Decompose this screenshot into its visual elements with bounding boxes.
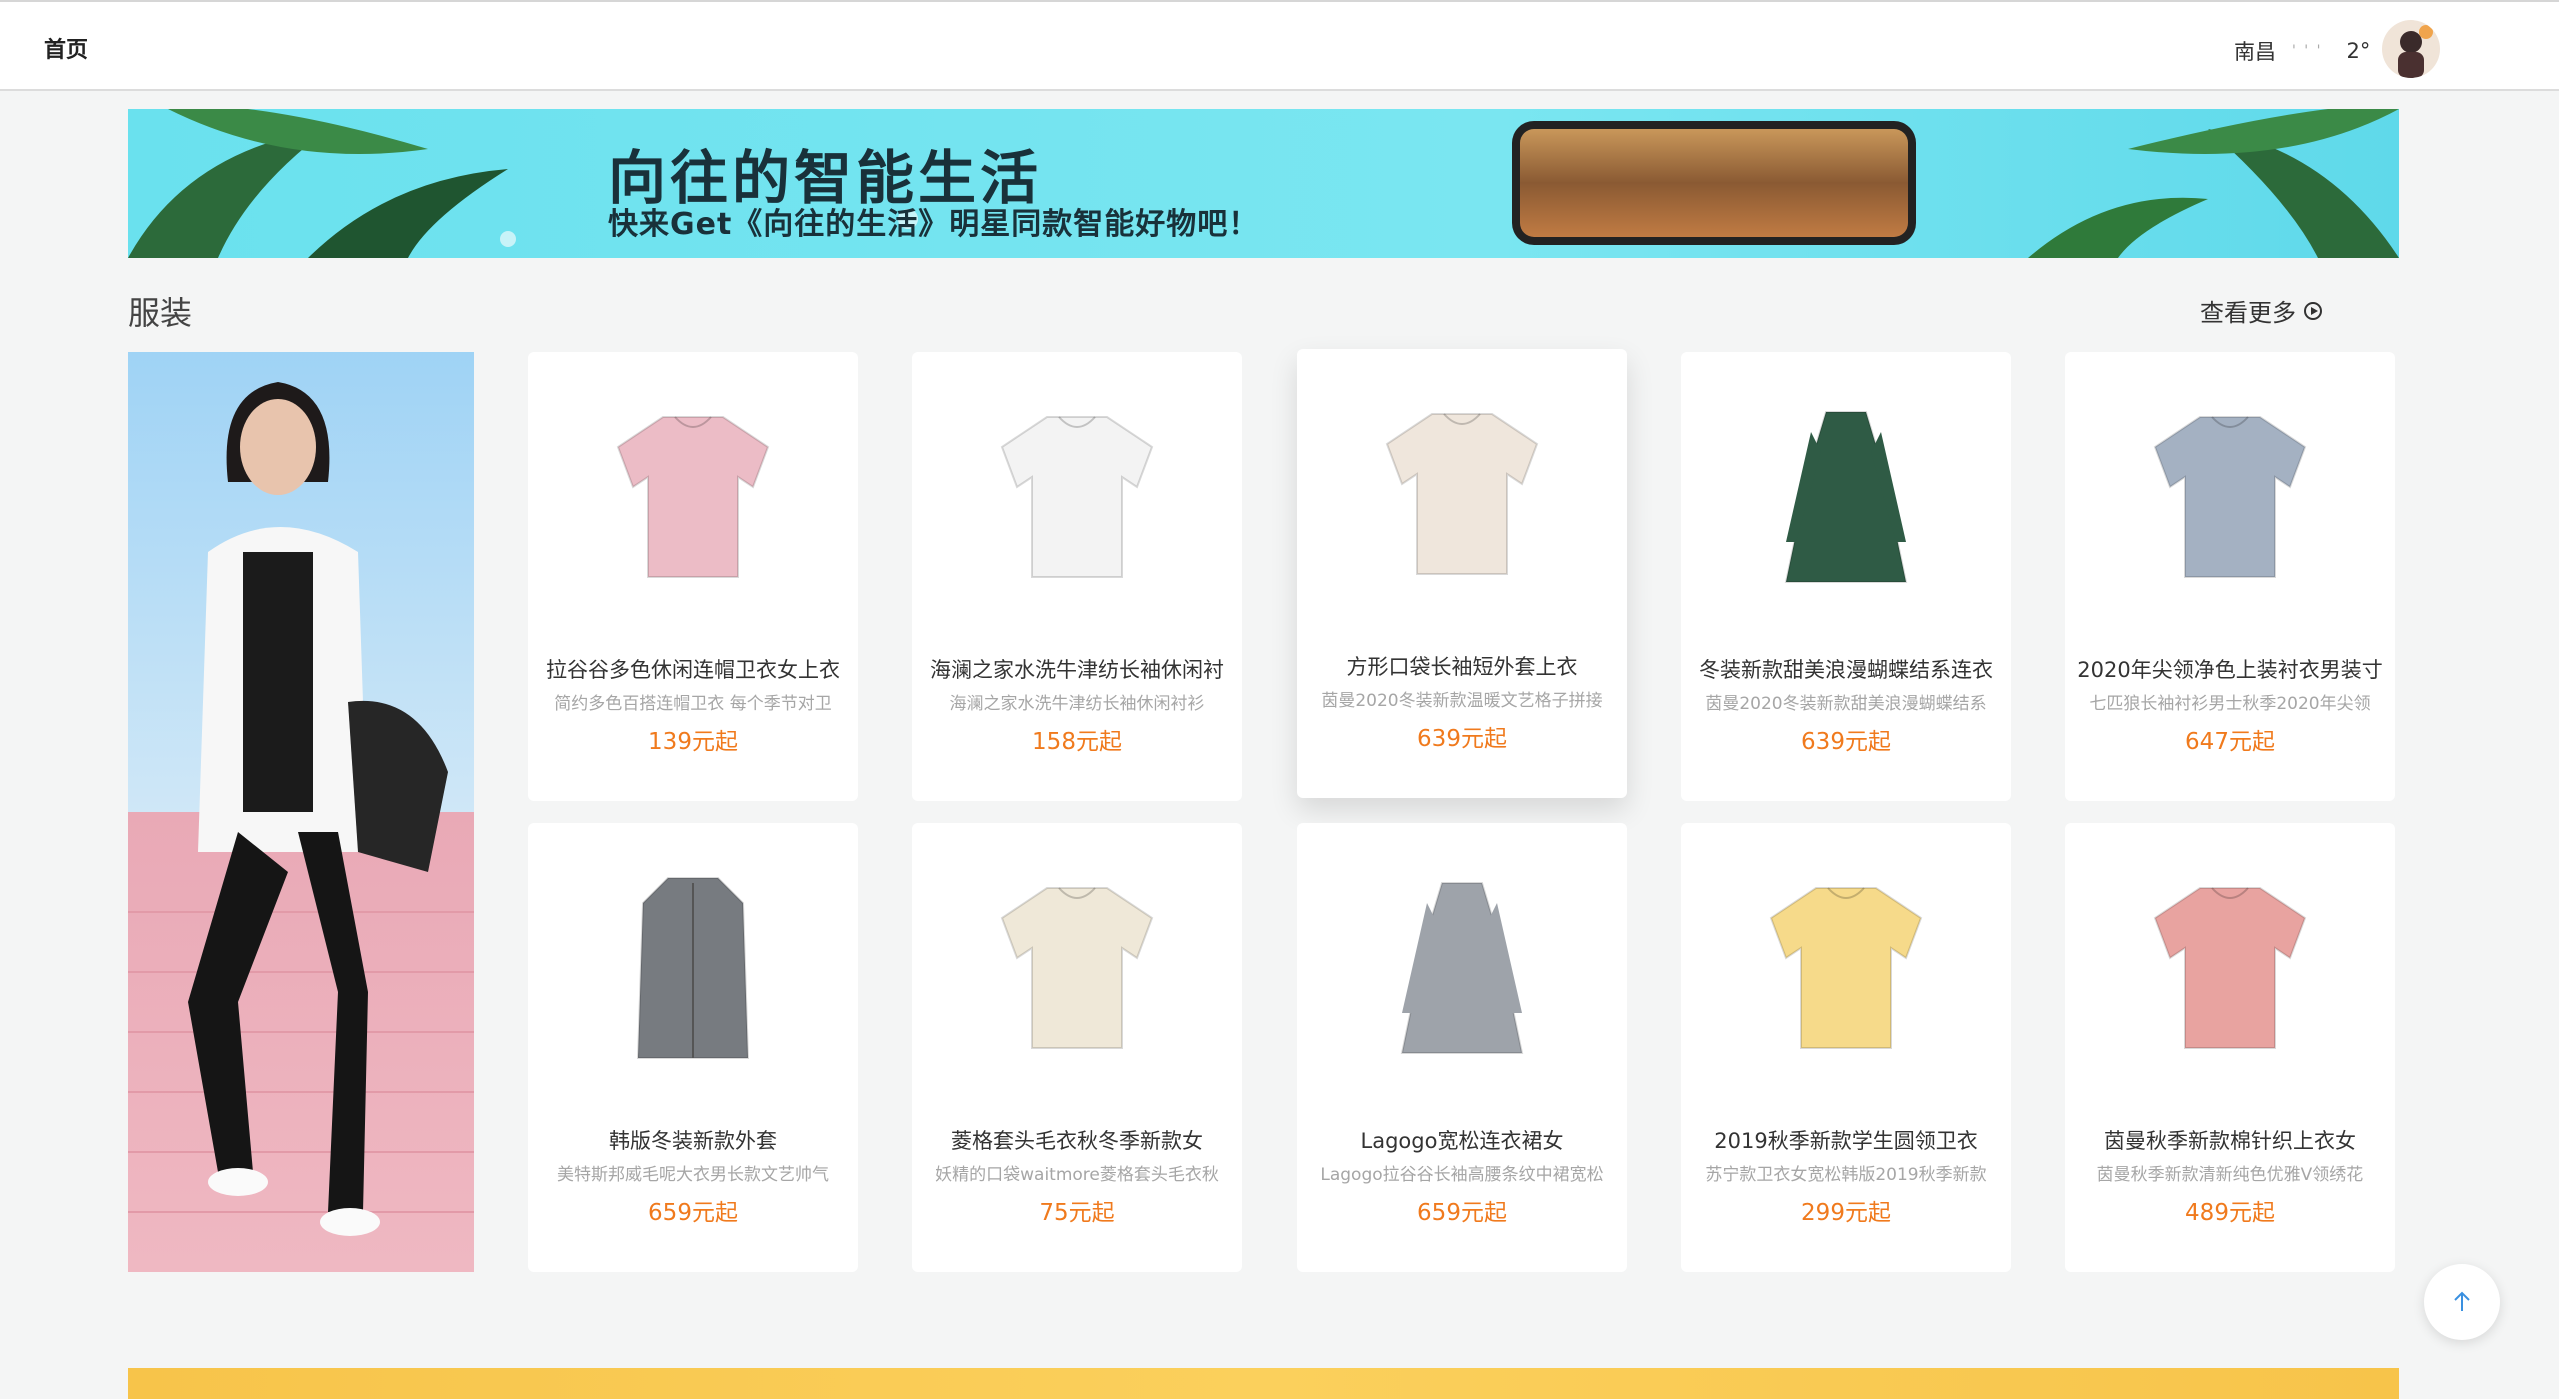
product-name: 2020年尖领净色上装衬衣男装寸 xyxy=(2077,658,2383,682)
pink-hoodie-image xyxy=(593,392,793,592)
top-nav-bar: 首页 南昌 ' ' ' 2° xyxy=(0,0,2559,91)
product-name: 冬装新款甜美浪漫蝴蝶结系连衣 xyxy=(1699,658,1993,682)
product-desc: 妖精的口袋waitmore菱格套头毛衣秋 xyxy=(935,1165,1219,1185)
product-card[interactable]: 菱格套头毛衣秋冬季新款女妖精的口袋waitmore菱格套头毛衣秋 75元起 xyxy=(912,823,1242,1272)
promo-banner-smart-life[interactable]: 向往的智能生活 快来Get《向往的生活》明星同款智能好物吧！ xyxy=(128,109,2399,258)
product-card[interactable]: 2019秋季新款学生圆领卫衣苏宁款卫衣女宽松韩版2019秋季新款 299元起 xyxy=(1681,823,2011,1272)
product-card[interactable]: 海澜之家水洗牛津纺长袖休闲衬海澜之家水洗牛津纺长袖休闲衬衫 158元起 xyxy=(912,352,1242,801)
product-price: 139元起 xyxy=(648,729,738,755)
product-card[interactable]: 2020年尖领净色上装衬衣男装寸七匹狼长袖衬衫男士秋季2020年尖领 647元起 xyxy=(2065,352,2395,801)
promo-banner-bottom[interactable] xyxy=(128,1368,2399,1399)
product-price: 659元起 xyxy=(1417,1200,1507,1226)
product-price: 299元起 xyxy=(1801,1200,1891,1226)
product-price: 639元起 xyxy=(1801,729,1891,755)
striped-dress-image xyxy=(1362,863,1562,1063)
product-card[interactable]: 拉谷谷多色休闲连帽卫衣女上衣简约多色百搭连帽卫衣 每个季节对卫 139元起 xyxy=(528,352,858,801)
product-name: 韩版冬装新款外套 xyxy=(609,1129,777,1153)
back-to-top-button[interactable] xyxy=(2424,1264,2500,1340)
section-title: 服装 xyxy=(128,294,193,332)
weather-temperature: 2° xyxy=(2346,39,2371,63)
product-card[interactable]: 冬装新款甜美浪漫蝴蝶结系连衣茵曼2020冬装新款甜美浪漫蝴蝶结系 639元起 xyxy=(1681,352,2011,801)
product-desc: 苏宁款卫衣女宽松韩版2019秋季新款 xyxy=(1705,1165,1987,1185)
product-desc: Lagogo拉谷谷长袖高腰条纹中裙宽松 xyxy=(1320,1165,1604,1185)
product-desc: 茵曼2020冬装新款甜美浪漫蝴蝶结系 xyxy=(1705,694,1987,714)
pink-cardigan-image xyxy=(2130,863,2330,1063)
product-card[interactable]: 方形口袋长袖短外套上衣茵曼2020冬装新款温暖文艺格子拼接 639元起 xyxy=(1297,349,1627,798)
banner-phone-image xyxy=(1512,121,1916,245)
argyle-sweater-image xyxy=(977,863,1177,1063)
product-name: 拉谷谷多色休闲连帽卫衣女上衣 xyxy=(546,658,840,682)
product-desc: 海澜之家水洗牛津纺长袖休闲衬衫 xyxy=(949,694,1205,714)
gray-coat-image xyxy=(593,863,793,1063)
weather-widget: 南昌 ' ' ' 2° xyxy=(2234,36,2370,66)
product-card[interactable]: Lagogo宽松连衣裙女 Lagogo拉谷谷长袖高腰条纹中裙宽松 659元起 xyxy=(1297,823,1627,1272)
clothing-promo-image[interactable] xyxy=(128,352,474,1272)
product-price: 158元起 xyxy=(1032,729,1122,755)
weather-city: 南昌 xyxy=(2234,40,2276,64)
product-desc: 简约多色百搭连帽卫衣 每个季节对卫 xyxy=(554,694,832,714)
product-price: 75元起 xyxy=(1039,1200,1115,1226)
cream-jacket-image xyxy=(1362,389,1562,589)
product-price: 639元起 xyxy=(1417,726,1507,752)
white-shirt-image xyxy=(977,392,1177,592)
arrow-up-icon xyxy=(2454,1291,2470,1311)
banner-subtitle: 快来Get《向往的生活》明星同款智能好物吧！ xyxy=(608,207,1260,242)
product-name: 2019秋季新款学生圆领卫衣 xyxy=(1714,1129,1978,1153)
product-desc: 美特斯邦威毛呢大衣男长款文艺帅气 xyxy=(557,1165,829,1185)
yellow-sweatshirt-image xyxy=(1746,863,1946,1063)
product-price: 659元起 xyxy=(648,1200,738,1226)
product-name: 方形口袋长袖短外套上衣 xyxy=(1346,655,1578,679)
product-name: Lagogo宽松连衣裙女 xyxy=(1360,1129,1564,1153)
product-price: 489元起 xyxy=(2185,1200,2275,1226)
weather-rain-icon: ' ' ' xyxy=(2292,43,2323,59)
product-name: 菱格套头毛衣秋冬季新款女 xyxy=(951,1129,1203,1153)
blue-shirt-image xyxy=(2130,392,2330,592)
product-name: 茵曼秋季新款棉针织上衣女 xyxy=(2104,1129,2356,1153)
product-desc: 七匹狼长袖衬衫男士秋季2020年尖领 xyxy=(2089,694,2371,714)
product-card[interactable]: 茵曼秋季新款棉针织上衣女茵曼秋季新款清新纯色优雅V领绣花 489元起 xyxy=(2065,823,2395,1272)
see-more-label: 查看更多 xyxy=(2200,299,2296,327)
product-price: 647元起 xyxy=(2185,729,2275,755)
product-desc: 茵曼2020冬装新款温暖文艺格子拼接 xyxy=(1321,691,1603,711)
product-name: 海澜之家水洗牛津纺长袖休闲衬 xyxy=(930,658,1224,682)
banner-leaves-decoration xyxy=(128,109,2399,258)
see-more-link[interactable]: 查看更多 xyxy=(2200,293,2322,328)
user-avatar[interactable] xyxy=(2382,20,2440,78)
nav-home-link[interactable]: 首页 xyxy=(44,32,88,64)
product-desc: 茵曼秋季新款清新纯色优雅V领绣花 xyxy=(2096,1165,2364,1185)
plaid-dress-image xyxy=(1746,392,1946,592)
play-circle-icon xyxy=(2304,301,2322,320)
product-card[interactable]: 韩版冬装新款外套美特斯邦威毛呢大衣男长款文艺帅气 659元起 xyxy=(528,823,858,1272)
